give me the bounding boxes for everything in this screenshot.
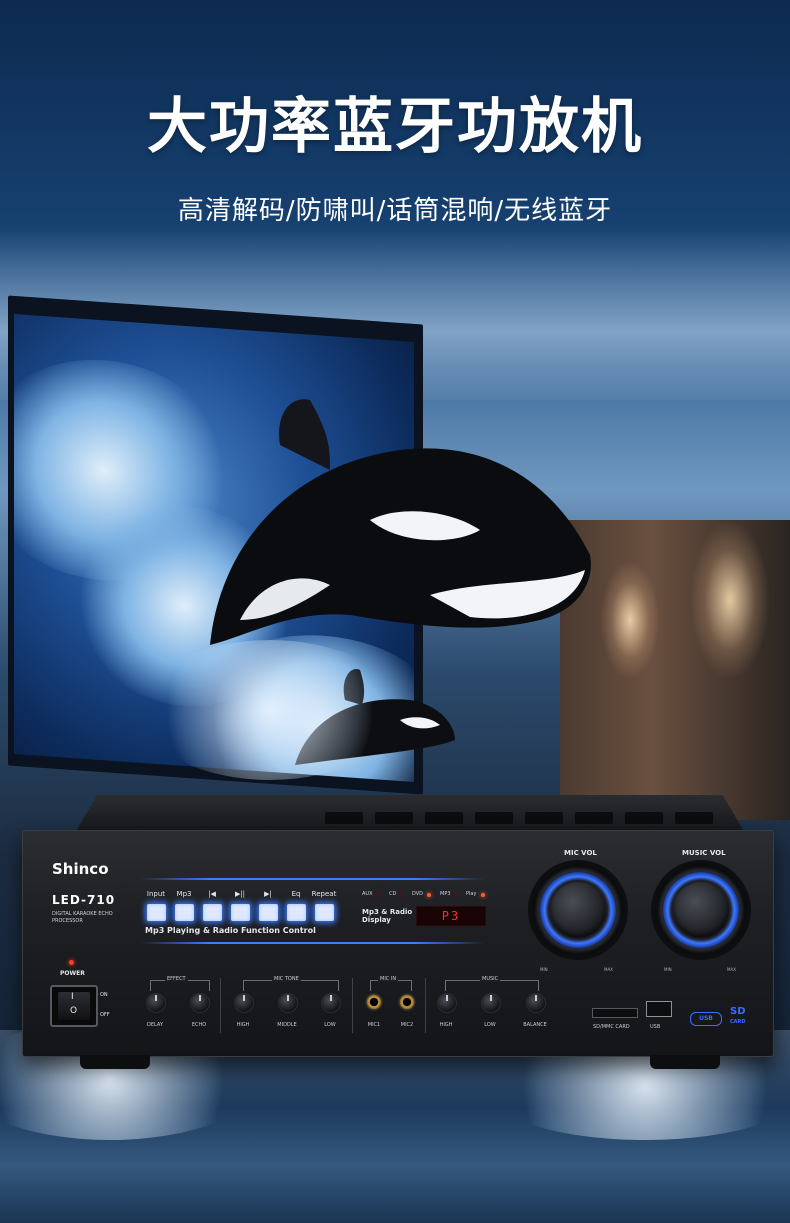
power-led	[69, 960, 74, 965]
panel-accent-line	[140, 878, 485, 880]
orca-image	[210, 399, 591, 645]
source-cd-led	[398, 893, 402, 897]
play-pause-button[interactable]	[231, 904, 250, 921]
mic-in-group-title: MIC IN	[378, 976, 399, 982]
usb-port[interactable]	[646, 1001, 672, 1017]
vent	[575, 812, 613, 824]
brand-logo: Shinco	[52, 860, 109, 878]
panel-divider	[220, 978, 221, 1033]
music-high-label: HIGH	[439, 1022, 453, 1028]
music-low-label: LOW	[484, 1022, 496, 1028]
vent	[525, 812, 563, 824]
echo-label: ECHO	[191, 1022, 207, 1028]
display-caption: Mp3 & Radio Display	[362, 908, 413, 924]
power-off-label: OFF	[100, 1012, 110, 1018]
power-on-mark: I	[71, 992, 74, 1002]
input-button[interactable]	[147, 904, 166, 921]
headline: 大功率蓝牙功放机	[147, 92, 643, 162]
delay-knob[interactable]	[146, 993, 166, 1013]
model-number: LED-710	[52, 893, 116, 907]
sd-card-logo-icon: SD CARD	[730, 1007, 746, 1027]
mp3-button-label: Mp3	[176, 890, 192, 898]
mic-low-knob[interactable]	[321, 993, 341, 1013]
echo-knob[interactable]	[190, 993, 210, 1013]
panel-divider	[352, 978, 353, 1033]
mic-low-label: LOW	[324, 1022, 336, 1028]
input-button-label: Input	[146, 890, 166, 898]
vent	[425, 812, 463, 824]
vent	[475, 812, 513, 824]
mp3-button[interactable]	[175, 904, 194, 921]
sd-logo-text: SD	[730, 1006, 746, 1017]
source-aux-label: AUX	[362, 891, 373, 897]
next-button-label: ▶|	[264, 890, 272, 898]
source-mp3-led	[455, 893, 459, 897]
water-splash	[140, 640, 400, 780]
balance-knob[interactable]	[526, 993, 546, 1013]
music-vol-min: MIN	[664, 967, 672, 972]
power-switch[interactable]: I O	[50, 985, 98, 1027]
usb-port-label: USB	[650, 1024, 661, 1030]
amp-foot	[650, 1055, 720, 1069]
wall-lamp	[690, 520, 770, 680]
sd-slot-label: SD/MMC CARD	[593, 1024, 630, 1030]
prev-button-label: |◀	[208, 890, 216, 898]
panel-accent-line	[140, 942, 485, 944]
vent	[675, 812, 713, 824]
mic2-label: MIC2	[400, 1022, 414, 1028]
mic-vol-max: MAX	[604, 967, 613, 972]
mic-tone-group-title: MIC TONE	[272, 976, 301, 982]
panel-caption: Mp3 Playing & Radio Function Control	[145, 926, 316, 935]
effect-group-title: EFFECT	[165, 976, 188, 982]
next-button[interactable]	[259, 904, 278, 921]
mic-vol-label: MIC VOL	[564, 849, 597, 857]
power-off-mark: O	[70, 1006, 78, 1016]
mic-middle-label: MIDDLE	[277, 1022, 297, 1028]
eq-button-label: Eq	[291, 890, 301, 898]
music-group-title: MUSIC	[480, 976, 501, 982]
power-on-label: ON	[100, 992, 108, 998]
usb-logo-icon: USB	[690, 1012, 722, 1026]
music-low-knob[interactable]	[481, 993, 501, 1013]
balance-label: BALANCE	[523, 1022, 547, 1028]
amp-foot	[80, 1055, 150, 1069]
play-pause-button-label: ▶||	[234, 890, 246, 898]
sd-logo-sub: CARD	[730, 1019, 746, 1025]
mic-vol-min: MIN	[540, 967, 548, 972]
vent	[325, 812, 363, 824]
wall-lamp	[600, 560, 660, 680]
mic-high-knob[interactable]	[234, 993, 254, 1013]
music-volume-knob[interactable]	[651, 860, 751, 960]
mic-volume-knob[interactable]	[528, 860, 628, 960]
subheadline: 高清解码/防啸叫/话筒混响/无线蓝牙	[177, 196, 613, 226]
repeat-button-label: Repeat	[311, 890, 337, 898]
model-description: DIGITAL KARAOKE ECHO PROCESSOR	[52, 911, 113, 924]
delay-label: DELAY	[147, 1022, 163, 1028]
mic2-jack[interactable]	[398, 993, 416, 1011]
vent	[625, 812, 663, 824]
power-label: POWER	[60, 970, 85, 977]
source-play-label: Play	[466, 891, 477, 897]
source-play-led	[481, 893, 485, 897]
source-dvd-led	[427, 893, 431, 897]
music-vol-label: MUSIC VOL	[682, 849, 726, 857]
eq-button[interactable]	[287, 904, 306, 921]
mic-high-label: HIGH	[236, 1022, 250, 1028]
led-display: P3	[416, 906, 486, 926]
source-mp3-label: MP3	[440, 891, 451, 897]
repeat-button[interactable]	[315, 904, 334, 921]
music-high-knob[interactable]	[437, 993, 457, 1013]
vent	[375, 812, 413, 824]
prev-button[interactable]	[203, 904, 222, 921]
source-aux-led	[376, 893, 380, 897]
source-cd-label: CD	[389, 891, 397, 897]
music-vol-max: MAX	[727, 967, 736, 972]
source-dvd-label: DVD	[412, 891, 424, 897]
mic1-jack[interactable]	[365, 993, 383, 1011]
mic-middle-knob[interactable]	[278, 993, 298, 1013]
sd-card-slot[interactable]	[592, 1008, 638, 1018]
